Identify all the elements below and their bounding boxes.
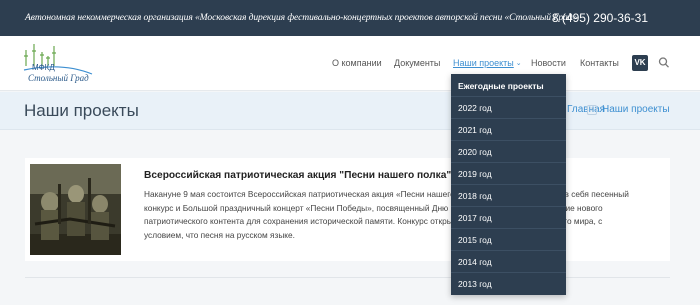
dropdown-item-2017[interactable]: 2017 год bbox=[458, 213, 492, 223]
vk-label: VK bbox=[634, 58, 646, 67]
dropdown-divider bbox=[451, 162, 566, 163]
nav-item-news[interactable]: Новости bbox=[531, 58, 566, 68]
breadcrumb-separator-icon: › bbox=[587, 105, 597, 115]
site-header: МФКД Стольный Град О компании Документы … bbox=[0, 36, 700, 91]
search-icon[interactable] bbox=[658, 56, 670, 70]
dropdown-item-2022[interactable]: 2022 год bbox=[458, 103, 492, 113]
dropdown-item-2020[interactable]: 2020 год bbox=[458, 147, 492, 157]
phone-number[interactable]: 8 (495) 290-36-31 bbox=[552, 11, 648, 25]
project-title[interactable]: Всероссийская патриотическая акция "Песн… bbox=[144, 170, 451, 181]
projects-dropdown-menu: Ежегодные проекты 2022 год 2021 год 2020… bbox=[451, 74, 566, 295]
logo-name: Стольный Град bbox=[28, 73, 89, 83]
dropdown-divider bbox=[451, 184, 566, 185]
vk-icon[interactable]: VK bbox=[632, 55, 648, 71]
main-nav: О компании Документы Наши проекты ⌄ Новос… bbox=[0, 58, 700, 72]
breadcrumb-current[interactable]: Наши проекты bbox=[602, 104, 670, 115]
page-title-bar: Наши проекты Главная › Наши проекты bbox=[0, 92, 700, 130]
dropdown-divider bbox=[451, 250, 566, 251]
chevron-down-icon: ⌄ bbox=[515, 60, 522, 67]
page-title: Наши проекты bbox=[24, 101, 139, 120]
dropdown-divider bbox=[451, 206, 566, 207]
excerpt-line: конкурс и Большой праздничный концерт «П… bbox=[144, 202, 603, 213]
project-excerpt: Накануне 9 мая состоится Всероссийская п… bbox=[144, 188, 664, 242]
excerpt-line: условием, что песня на русском языке. bbox=[144, 229, 295, 240]
dropdown-divider bbox=[451, 272, 566, 273]
excerpt-line: патриотического контента для сохранения … bbox=[144, 216, 603, 227]
dropdown-divider bbox=[451, 96, 566, 97]
nav-item-projects-label: Наши проекты bbox=[453, 58, 514, 68]
excerpt-line: Накануне 9 мая состоится Всероссийская п… bbox=[144, 189, 629, 199]
dropdown-item-2013[interactable]: 2013 год bbox=[458, 279, 492, 289]
nav-item-contacts[interactable]: Контакты bbox=[580, 58, 619, 68]
top-bar: Автономная некоммерческая организация «М… bbox=[0, 0, 700, 36]
dropdown-item-2015[interactable]: 2015 год bbox=[458, 235, 492, 245]
soldiers-photo-icon bbox=[30, 164, 121, 255]
dropdown-divider bbox=[451, 140, 566, 141]
nav-item-documents[interactable]: Документы bbox=[394, 58, 440, 68]
dropdown-item-annual[interactable]: Ежегодные проекты bbox=[458, 81, 544, 91]
dropdown-item-2018[interactable]: 2018 год bbox=[458, 191, 492, 201]
dropdown-item-2014[interactable]: 2014 год bbox=[458, 257, 492, 267]
dropdown-item-2019[interactable]: 2019 год bbox=[458, 169, 492, 179]
nav-item-projects[interactable]: Наши проекты ⌄ bbox=[453, 58, 522, 68]
organization-name: Автономная некоммерческая организация «М… bbox=[25, 12, 578, 23]
dropdown-divider bbox=[451, 118, 566, 119]
project-card: Всероссийская патриотическая акция "Песн… bbox=[25, 158, 670, 261]
nav-item-about[interactable]: О компании bbox=[332, 58, 382, 68]
content-divider bbox=[25, 277, 670, 278]
dropdown-divider bbox=[451, 228, 566, 229]
project-thumbnail[interactable] bbox=[30, 164, 121, 255]
dropdown-item-2021[interactable]: 2021 год bbox=[458, 125, 492, 135]
